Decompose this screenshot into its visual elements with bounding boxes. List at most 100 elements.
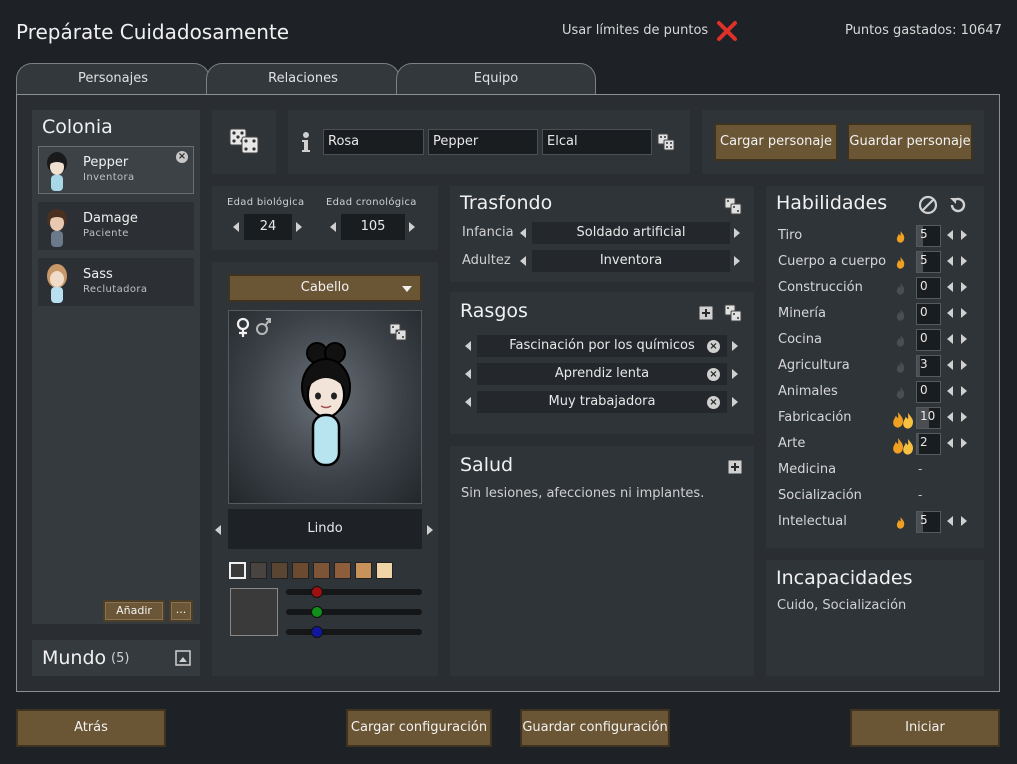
add-pawn-button[interactable]: Añadir bbox=[103, 600, 165, 622]
world-expand-icon[interactable] bbox=[175, 650, 191, 666]
back-button[interactable]: Atrás bbox=[16, 709, 166, 747]
add-health-icon[interactable] bbox=[728, 460, 742, 474]
pawn-entry-damage[interactable]: Damage Paciente bbox=[38, 202, 194, 250]
hair-dropdown[interactable]: Cabello bbox=[228, 274, 422, 302]
skill-increase-icon[interactable] bbox=[961, 412, 967, 422]
nickname-field[interactable]: Pepper bbox=[428, 129, 538, 155]
tab-relations[interactable]: Relaciones bbox=[206, 63, 400, 95]
body-type-prev-icon[interactable] bbox=[215, 525, 221, 535]
skin-color-swatch[interactable] bbox=[334, 562, 351, 579]
passion-icon[interactable] bbox=[892, 228, 914, 248]
skill-decrease-icon[interactable] bbox=[947, 256, 953, 266]
add-trait-icon[interactable] bbox=[699, 306, 713, 320]
skill-decrease-icon[interactable] bbox=[947, 334, 953, 344]
skin-color-swatch[interactable] bbox=[292, 562, 309, 579]
trait-item[interactable]: Muy trabajadora bbox=[477, 391, 727, 413]
blue-slider-knob[interactable] bbox=[311, 626, 323, 638]
randomize-pawn-dice-icon[interactable] bbox=[229, 128, 259, 154]
red-slider[interactable] bbox=[286, 589, 422, 595]
skill-decrease-icon[interactable] bbox=[947, 438, 953, 448]
trait-item[interactable]: Fascinación por los químicos bbox=[477, 335, 727, 357]
save-config-button[interactable]: Guardar configuración bbox=[520, 709, 670, 747]
skill-decrease-icon[interactable] bbox=[947, 308, 953, 318]
load-config-button[interactable]: Cargar configuración bbox=[346, 709, 492, 747]
randomize-background-dice-icon[interactable] bbox=[724, 197, 742, 215]
pawn-entry-pepper[interactable]: Pepper Inventora × bbox=[38, 146, 194, 194]
load-character-button[interactable]: Cargar personaje bbox=[714, 123, 838, 161]
childhood-value[interactable]: Soldado artificial bbox=[532, 222, 730, 244]
skill-increase-icon[interactable] bbox=[961, 256, 967, 266]
skill-increase-icon[interactable] bbox=[961, 282, 967, 292]
skill-increase-icon[interactable] bbox=[961, 360, 967, 370]
chrono-age-increase-icon[interactable] bbox=[409, 222, 415, 232]
passion-icon[interactable] bbox=[892, 410, 914, 430]
reset-skills-icon[interactable] bbox=[947, 194, 969, 216]
skin-color-swatch[interactable] bbox=[271, 562, 288, 579]
pawn-entry-sass[interactable]: Sass Reclutadora bbox=[38, 258, 194, 306]
body-type-next-icon[interactable] bbox=[427, 525, 433, 535]
adulthood-value[interactable]: Inventora bbox=[532, 250, 730, 272]
skill-increase-icon[interactable] bbox=[961, 438, 967, 448]
skin-color-swatch[interactable] bbox=[229, 562, 246, 579]
trait-next-icon[interactable] bbox=[732, 341, 738, 351]
last-name-field[interactable]: Elcal bbox=[542, 129, 652, 155]
skill-decrease-icon[interactable] bbox=[947, 412, 953, 422]
green-slider-knob[interactable] bbox=[311, 606, 323, 618]
randomize-name-dice-icon[interactable] bbox=[657, 133, 675, 151]
start-button[interactable]: Iniciar bbox=[850, 709, 1000, 747]
adulthood-next-icon[interactable] bbox=[734, 256, 740, 266]
skill-decrease-icon[interactable] bbox=[947, 230, 953, 240]
chrono-age-value[interactable]: 105 bbox=[341, 214, 405, 240]
first-name-field[interactable]: Rosa bbox=[323, 129, 424, 155]
chrono-age-decrease-icon[interactable] bbox=[330, 222, 336, 232]
passion-icon[interactable] bbox=[892, 306, 914, 326]
red-slider-knob[interactable] bbox=[311, 586, 323, 598]
skill-increase-icon[interactable] bbox=[961, 334, 967, 344]
randomize-appearance-dice-icon[interactable] bbox=[389, 323, 407, 341]
skill-increase-icon[interactable] bbox=[961, 516, 967, 526]
gender-icon[interactable] bbox=[235, 317, 271, 339]
info-icon[interactable] bbox=[299, 131, 313, 153]
randomize-traits-dice-icon[interactable] bbox=[724, 304, 742, 322]
tab-characters[interactable]: Personajes bbox=[16, 63, 210, 95]
skill-decrease-icon[interactable] bbox=[947, 360, 953, 370]
trait-item[interactable]: Aprendiz lenta bbox=[477, 363, 727, 385]
skin-color-swatch[interactable] bbox=[355, 562, 372, 579]
remove-pawn-icon[interactable]: × bbox=[176, 151, 188, 163]
skin-color-swatch[interactable] bbox=[376, 562, 393, 579]
childhood-prev-icon[interactable] bbox=[520, 228, 526, 238]
bio-age-decrease-icon[interactable] bbox=[233, 222, 239, 232]
tab-equipment[interactable]: Equipo bbox=[396, 63, 596, 95]
skill-decrease-icon[interactable] bbox=[947, 516, 953, 526]
skin-color-swatch[interactable] bbox=[250, 562, 267, 579]
trait-prev-icon[interactable] bbox=[465, 397, 471, 407]
point-limits-toggle-icon[interactable] bbox=[716, 20, 738, 42]
trait-next-icon[interactable] bbox=[732, 369, 738, 379]
green-slider[interactable] bbox=[286, 609, 422, 615]
passion-icon[interactable] bbox=[892, 514, 914, 534]
adulthood-prev-icon[interactable] bbox=[520, 256, 526, 266]
remove-trait-icon[interactable]: × bbox=[707, 340, 720, 353]
trait-prev-icon[interactable] bbox=[465, 369, 471, 379]
skill-increase-icon[interactable] bbox=[961, 386, 967, 396]
remove-trait-icon[interactable]: × bbox=[707, 368, 720, 381]
passion-icon[interactable] bbox=[892, 436, 914, 456]
childhood-next-icon[interactable] bbox=[734, 228, 740, 238]
remove-trait-icon[interactable]: × bbox=[707, 396, 720, 409]
blue-slider[interactable] bbox=[286, 629, 422, 635]
bio-age-value[interactable]: 24 bbox=[244, 214, 292, 240]
passion-icon[interactable] bbox=[892, 358, 914, 378]
skin-color-swatch[interactable] bbox=[313, 562, 330, 579]
passion-icon[interactable] bbox=[892, 384, 914, 404]
skill-decrease-icon[interactable] bbox=[947, 386, 953, 396]
clear-skills-icon[interactable] bbox=[918, 195, 938, 215]
skill-increase-icon[interactable] bbox=[961, 230, 967, 240]
save-character-button[interactable]: Guardar personaje bbox=[847, 123, 973, 161]
trait-next-icon[interactable] bbox=[732, 397, 738, 407]
bio-age-increase-icon[interactable] bbox=[296, 222, 302, 232]
skill-decrease-icon[interactable] bbox=[947, 282, 953, 292]
passion-icon[interactable] bbox=[892, 254, 914, 274]
passion-icon[interactable] bbox=[892, 332, 914, 352]
more-pawns-button[interactable]: ... bbox=[169, 600, 193, 622]
trait-prev-icon[interactable] bbox=[465, 341, 471, 351]
